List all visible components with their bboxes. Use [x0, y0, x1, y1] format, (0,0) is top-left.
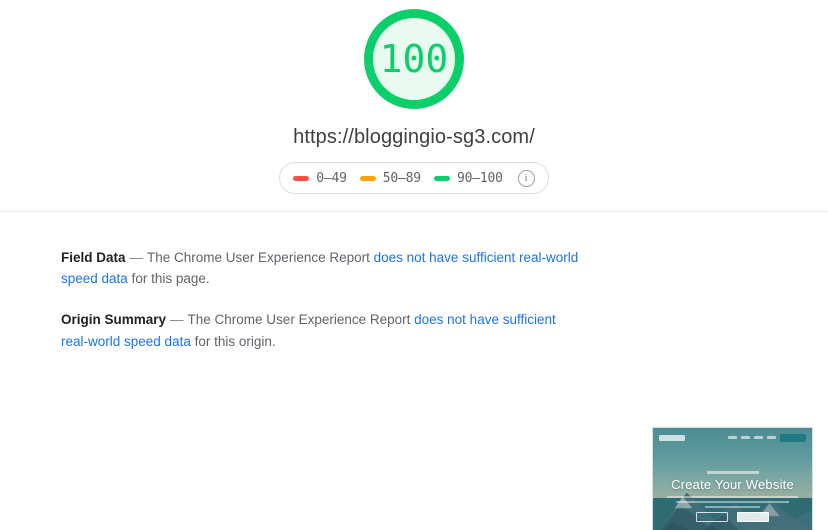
- performance-score-gauge: 100: [364, 9, 464, 109]
- score-value: 100: [379, 37, 449, 81]
- legend-item-bad: 0–49: [293, 171, 347, 186]
- field-data-text-before: The Chrome User Experience Report: [147, 249, 370, 265]
- thumbnail-hero-buttons: [653, 512, 812, 522]
- page-screenshot-thumbnail: Create Your Website: [652, 427, 813, 530]
- legend-item-good: 90–100: [433, 170, 503, 186]
- thumbnail-nav-link: [754, 436, 763, 439]
- field-data-title: Field Data: [61, 249, 126, 265]
- legend-dash-good-icon: [433, 175, 450, 181]
- thumbnail-navbar: [659, 433, 806, 442]
- thumbnail-nav-link: [741, 436, 750, 439]
- thumbnail-logo-icon: [659, 434, 685, 441]
- field-data-text-after: for this page.: [131, 271, 210, 287]
- score-legend: 0–49 50–89 90–100 i: [279, 162, 549, 194]
- thumbnail-hero-button-solid: [737, 512, 769, 522]
- thumbnail-headline: Create Your Website: [671, 477, 794, 492]
- thumbnail-image: Create Your Website: [653, 428, 812, 530]
- thumbnail-nav-link: [767, 436, 776, 439]
- origin-summary-text-before: The Chrome User Experience Report: [187, 312, 411, 328]
- pagespeed-report: 100 https://bloggingio-sg3.com/ 0–49 50–…: [0, 0, 828, 530]
- origin-summary-title: Origin Summary: [61, 312, 167, 328]
- score-hero: 100 https://bloggingio-sg3.com/ 0–49 50–…: [0, 0, 828, 212]
- field-data-block: Field Data — The Chrome User Experience Re…: [61, 247, 586, 291]
- legend-dash-bad-icon: [293, 175, 310, 181]
- thumbnail-cta-button: [780, 433, 806, 442]
- field-data-dash: —: [129, 249, 144, 265]
- summaries-column: Field Data — The Chrome User Experience Re…: [61, 233, 586, 372]
- origin-summary-text-after: for this origin.: [194, 334, 276, 350]
- origin-summary-block: Origin Summary — The Chrome User Experienc…: [61, 309, 586, 353]
- legend-label-average: 50–89: [382, 170, 421, 186]
- section-divider: [0, 211, 828, 212]
- analyzed-url: https://bloggingio-sg3.com/: [293, 126, 535, 148]
- info-icon[interactable]: i: [517, 169, 535, 187]
- thumbnail-subtext: [667, 496, 798, 511]
- legend-item-average: 50–89: [359, 170, 421, 186]
- origin-summary-dash: —: [170, 312, 184, 328]
- thumbnail-nav-link: [728, 436, 737, 439]
- field-data-text: Field Data — The Chrome User Experience Re…: [61, 247, 586, 291]
- legend-label-bad: 0–49: [316, 170, 347, 186]
- thumbnail-eyebrow: [653, 471, 812, 474]
- legend-label-good: 90–100: [456, 170, 503, 186]
- origin-summary-text: Origin Summary — The Chrome User Experienc…: [61, 309, 586, 353]
- thumbnail-hero-button-outline: [696, 512, 728, 522]
- legend-dash-average-icon: [359, 175, 376, 181]
- thumbnail-nav-links: [728, 433, 806, 442]
